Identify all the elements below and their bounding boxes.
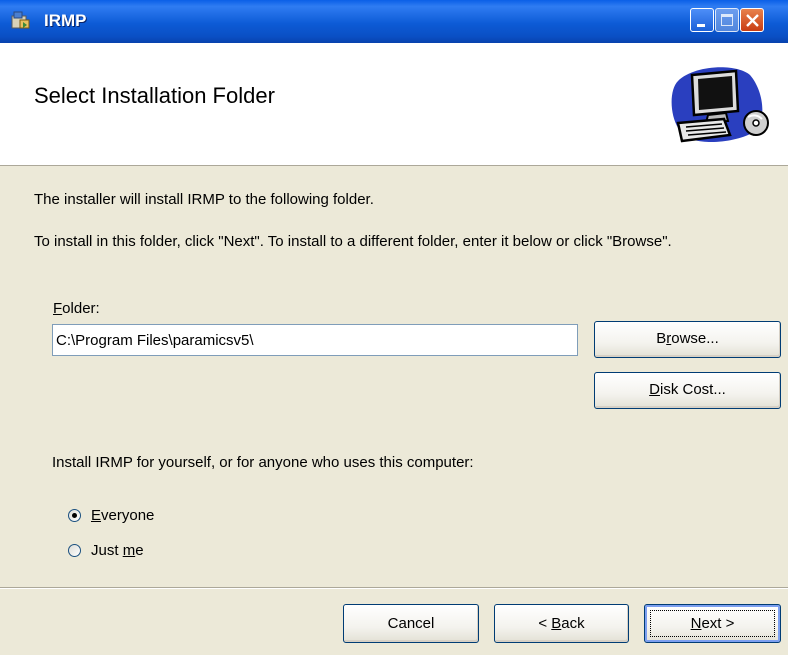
installer-icon <box>11 11 30 29</box>
computer-icon <box>671 67 769 143</box>
installer-window: IRMP Select Installation Folder The inst… <box>0 0 788 655</box>
back-label-mnemonic: B <box>551 615 562 632</box>
folder-label: Folder: <box>53 300 100 317</box>
just-me-label-mnemonic: m <box>122 542 136 559</box>
folder-path-input[interactable] <box>52 324 578 356</box>
just-me-label-pre: Just <box>91 542 123 559</box>
everyone-label-post: veryone <box>101 507 155 524</box>
footer-divider <box>0 587 788 589</box>
browse-label-pre: B <box>656 330 667 347</box>
header-banner: Select Installation Folder <box>0 43 788 166</box>
radio-everyone-label[interactable]: Everyone <box>91 507 154 524</box>
browse-label-post: owse... <box>671 330 719 347</box>
title-bar[interactable]: IRMP <box>0 0 788 43</box>
browse-button[interactable]: Browse... <box>594 321 781 358</box>
intro-line-1: The installer will install IRMP to the f… <box>34 191 374 208</box>
folder-label-text: older: <box>62 300 100 317</box>
install-for-prompt: Install IRMP for yourself, or for anyone… <box>52 454 474 471</box>
disk-cost-label-post: isk Cost... <box>659 381 726 398</box>
disk-cost-button[interactable]: Disk Cost... <box>594 372 781 409</box>
disk-cost-label-mnemonic: D <box>649 381 660 398</box>
everyone-label-mnemonic: E <box>91 507 102 524</box>
close-icon <box>746 14 759 27</box>
next-label-mnemonic: N <box>690 615 702 632</box>
intro-line-2: To install in this folder, click "Next".… <box>34 233 672 250</box>
back-button[interactable]: < Back <box>494 604 629 643</box>
maximize-button[interactable] <box>715 8 739 32</box>
back-label-post: ack <box>561 615 585 632</box>
close-button[interactable] <box>740 8 764 32</box>
window-title: IRMP <box>44 11 87 30</box>
page-title: Select Installation Folder <box>34 83 275 108</box>
minimize-button[interactable] <box>690 8 714 32</box>
radio-just-me-label[interactable]: Just me <box>91 542 144 559</box>
back-label-pre: < <box>538 615 552 632</box>
cancel-button[interactable]: Cancel <box>343 604 479 643</box>
next-label-post: ext > <box>701 615 735 632</box>
folder-label-mnemonic: F <box>53 300 63 317</box>
next-button[interactable]: Next > <box>644 604 781 643</box>
radio-everyone[interactable] <box>68 509 81 522</box>
just-me-label-post: e <box>135 542 144 559</box>
radio-just-me[interactable] <box>68 544 81 557</box>
